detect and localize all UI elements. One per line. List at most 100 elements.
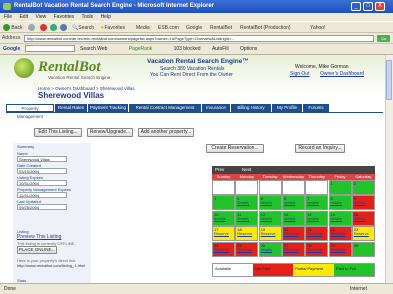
popup-blocked[interactable]: 103 blocked bbox=[174, 46, 201, 52]
calendar-day-cell[interactable]: 22 Reserve bbox=[328, 226, 352, 242]
create-reservation-button[interactable]: Create Reservation... bbox=[206, 144, 264, 153]
calendar-day-cell[interactable]: 7 details bbox=[305, 195, 329, 211]
owners-dashboard-link[interactable]: Owner's Dashboard bbox=[320, 71, 364, 77]
calendar-cell-link[interactable]: details bbox=[331, 216, 350, 221]
site-logo[interactable]: RentalBot bbox=[38, 59, 101, 76]
tab-insurance[interactable]: Insurance bbox=[202, 104, 230, 112]
tab-property-management[interactable]: Property Management bbox=[6, 104, 54, 119]
autofill-button[interactable]: AutoFill bbox=[212, 46, 229, 52]
record-inquiry-button[interactable]: Record an Inquiry... bbox=[295, 144, 345, 153]
calendar-cell-link[interactable]: details bbox=[307, 216, 326, 221]
calendar-day-cell[interactable]: 21 Reserve bbox=[305, 226, 329, 242]
tab-rental-rates[interactable]: Rental Rates bbox=[55, 104, 87, 112]
calendar-cell-link[interactable]: details bbox=[214, 216, 233, 221]
calendar-next-link[interactable]: Next bbox=[242, 167, 251, 172]
links-esb[interactable]: ESB.com bbox=[158, 24, 179, 32]
links-rentalbot-production[interactable]: RentalBot (Production) bbox=[240, 24, 291, 32]
calendar-day-cell[interactable]: 18 Reserve bbox=[235, 226, 259, 242]
tab-billing-history[interactable]: Billing History bbox=[231, 104, 271, 112]
calendar-cell-link[interactable]: details bbox=[261, 247, 280, 252]
scrollbar-thumb[interactable] bbox=[386, 60, 392, 100]
menu-view[interactable]: View bbox=[35, 14, 46, 20]
calendar-day-cell[interactable]: 9 details bbox=[351, 195, 375, 211]
calendar-cell-link[interactable]: details bbox=[354, 201, 373, 205]
calendar-day-cell[interactable]: 8 details bbox=[328, 195, 352, 211]
calendar-day-cell[interactable]: 16 details bbox=[351, 210, 375, 226]
signout-link[interactable]: Sign Out bbox=[290, 71, 309, 77]
calendar-day-cell[interactable]: 2 bbox=[351, 180, 375, 195]
calendar-cell-link[interactable]: details bbox=[354, 216, 373, 221]
calendar-cell-link[interactable]: Reserve bbox=[354, 232, 373, 236]
close-button[interactable]: X bbox=[375, 2, 385, 11]
calendar-day-cell[interactable]: 28 Reserve bbox=[305, 241, 329, 257]
google-search-input[interactable] bbox=[24, 45, 75, 53]
calendar-day-cell[interactable]: 27 Reserve bbox=[281, 241, 305, 257]
search-button[interactable]: 🔍Search bbox=[72, 24, 94, 32]
refresh-button[interactable] bbox=[50, 24, 57, 32]
calendar-day-cell[interactable]: 10 details bbox=[212, 210, 235, 226]
calendar-day-cell[interactable]: 30 bbox=[351, 241, 375, 257]
calendar-day-cell[interactable]: 17 Reserve bbox=[212, 226, 235, 242]
calendar-day-cell[interactable]: 20 Reserve bbox=[281, 226, 305, 242]
calendar-day-cell[interactable]: 29 Reserve bbox=[328, 241, 352, 257]
links-rentalbot[interactable]: RentalBot bbox=[210, 24, 232, 32]
menu-favorites[interactable]: Favorites bbox=[54, 14, 75, 20]
go-button[interactable]: Go bbox=[377, 35, 390, 42]
calendar-day-cell[interactable]: 3 bbox=[212, 195, 235, 211]
calendar-cell-link[interactable]: details bbox=[237, 216, 256, 221]
renew-upgrade-button[interactable]: Renew/Upgrade... bbox=[87, 128, 133, 137]
edit-listing-button[interactable]: Edit This Listing... bbox=[34, 128, 82, 137]
links-yahoo[interactable]: Yahoo! bbox=[310, 24, 325, 32]
calendar-cell-link[interactable]: Reserve bbox=[214, 247, 233, 252]
calendar-cell-link[interactable]: Reserve bbox=[307, 247, 326, 252]
calendar-cell-link[interactable]: Reserve bbox=[237, 232, 256, 236]
calendar-cell-link[interactable]: Reserve bbox=[261, 232, 280, 236]
calendar-cell-link[interactable]: Reserve bbox=[237, 247, 256, 252]
tab-rental-contract[interactable]: Rental Contract Management bbox=[129, 104, 201, 112]
calendar-cell-link[interactable]: details bbox=[307, 201, 326, 205]
minimize-button[interactable]: _ bbox=[351, 2, 361, 11]
calendar-cell-link[interactable]: details bbox=[261, 201, 280, 205]
favorites-button[interactable]: ★Favorites bbox=[100, 24, 125, 32]
calendar-day-cell[interactable]: 4 details bbox=[235, 195, 259, 211]
calendar-day-cell[interactable]: 26 details bbox=[258, 241, 282, 257]
place-online-button[interactable]: PLACE ONLINE... bbox=[17, 246, 57, 254]
calendar-cell-link[interactable]: details bbox=[331, 201, 350, 205]
media-button[interactable]: Media bbox=[136, 24, 150, 32]
direct-link-url[interactable]: http://www.rentalbot.com/listing_1.html bbox=[17, 263, 85, 268]
calendar-day-cell[interactable]: 19 Reserve bbox=[258, 226, 282, 242]
calendar-day-cell[interactable]: 23 Reserve bbox=[351, 226, 375, 242]
links-google[interactable]: Google bbox=[186, 24, 202, 32]
menu-help[interactable]: Help bbox=[101, 14, 111, 20]
address-input[interactable]: http://www.rentalbot.com/de.tec/min.rent… bbox=[24, 35, 374, 42]
calendar-cell-link[interactable]: Reserve bbox=[331, 247, 350, 252]
calendar-prev-link[interactable]: Prev bbox=[215, 167, 224, 172]
maximize-button[interactable]: □ bbox=[363, 2, 373, 11]
calendar-cell-link[interactable]: details bbox=[284, 201, 303, 205]
menu-edit[interactable]: Edit bbox=[19, 14, 28, 20]
home-button[interactable] bbox=[60, 24, 67, 32]
stop-button[interactable] bbox=[40, 24, 47, 32]
calendar-day-cell[interactable]: 13 details bbox=[281, 210, 305, 226]
calendar-cell-link[interactable]: Reserve bbox=[331, 232, 350, 236]
calendar-day-cell[interactable]: 15 details bbox=[328, 210, 352, 226]
calendar-cell-link[interactable]: Reserve bbox=[284, 232, 303, 236]
options-button[interactable]: Options bbox=[240, 46, 257, 52]
calendar-day-cell[interactable]: 1 bbox=[328, 180, 352, 195]
calendar-day-cell[interactable]: 14 details bbox=[305, 210, 329, 226]
forward-button[interactable] bbox=[28, 24, 35, 32]
menu-tools[interactable]: Tools bbox=[81, 14, 93, 20]
preview-listing-link[interactable]: Preview This Listing bbox=[17, 234, 61, 240]
back-button[interactable]: Back bbox=[3, 24, 23, 32]
calendar-cell-link[interactable]: details bbox=[261, 216, 280, 221]
calendar-cell-link[interactable]: Reserve bbox=[307, 232, 326, 236]
calendar-day-cell[interactable]: 11 details bbox=[235, 210, 259, 226]
calendar-day-cell[interactable]: 5 details bbox=[258, 195, 282, 211]
add-property-button[interactable]: Add another property... bbox=[138, 128, 194, 137]
calendar-cell-link[interactable]: details bbox=[284, 216, 303, 221]
calendar-day-cell[interactable]: 12 details bbox=[258, 210, 282, 226]
google-search-button[interactable]: Search Web bbox=[80, 46, 107, 52]
menu-file[interactable]: File bbox=[4, 14, 12, 20]
tab-forums[interactable]: Forums bbox=[303, 104, 329, 112]
calendar-day-cell[interactable]: 6 details bbox=[281, 195, 305, 211]
